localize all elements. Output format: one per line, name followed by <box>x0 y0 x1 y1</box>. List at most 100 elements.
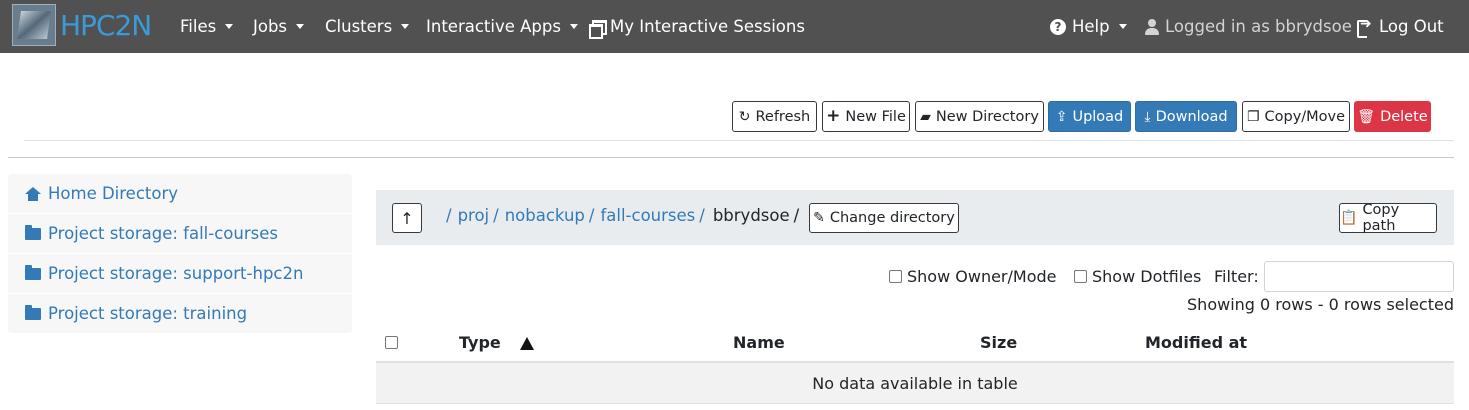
show-owner-mode-label: Show Owner/Mode <box>907 266 1057 286</box>
change-directory-label: Change directory <box>829 210 955 226</box>
clipboard-icon: 📋 <box>1340 210 1358 226</box>
breadcrumb-separator: / <box>793 205 800 225</box>
download-icon: ⤓ <box>1144 108 1151 125</box>
column-header-name[interactable]: Name <box>733 333 785 353</box>
path-breadcrumb-bar: ↑ / proj / nobackup / fall-courses / bbr… <box>376 190 1454 245</box>
breadcrumb-fall-courses[interactable]: fall-courses <box>600 206 695 225</box>
favorites-sidebar: Home Directory Project storage: fall-cou… <box>8 174 352 334</box>
refresh-button[interactable]: ↻ Refresh <box>732 101 817 132</box>
copy-move-button[interactable]: ❐ Copy/Move <box>1242 101 1350 132</box>
sidebar-item-home-directory[interactable]: Home Directory <box>8 174 352 214</box>
breadcrumb-proj[interactable]: proj <box>458 206 490 225</box>
brand-link[interactable]: HPC2N <box>12 4 152 46</box>
breadcrumb-separator: / <box>699 205 705 225</box>
column-header-type[interactable]: Type <box>459 333 501 353</box>
copy-move-label: Copy/Move <box>1264 108 1346 125</box>
copy-path-label: Copy path <box>1362 202 1400 234</box>
go-up-button[interactable]: ↑ <box>392 203 422 233</box>
sidebar-item-training[interactable]: Project storage: training <box>8 294 352 334</box>
nav-my-sessions-label: My Interactive Sessions <box>610 17 805 36</box>
sidebar-item-label: Home Directory <box>48 184 179 203</box>
show-dotfiles-checkbox[interactable] <box>1074 269 1087 283</box>
nav-interactive-apps-label: Interactive Apps <box>426 17 561 36</box>
nav-clusters-menu[interactable]: Clusters <box>325 0 410 53</box>
chevron-down-icon <box>296 24 305 29</box>
arrow-up-icon: ↑ <box>400 208 414 228</box>
new-file-button[interactable]: + New File <box>822 101 910 132</box>
folder-icon <box>25 304 41 320</box>
show-dotfiles-label: Show Dotfiles <box>1092 266 1202 286</box>
folder-icon <box>25 264 41 280</box>
toolbar-divider <box>24 140 1454 141</box>
refresh-icon: ↻ <box>738 108 751 125</box>
folder-icon <box>25 224 41 240</box>
filter-label: Filter: <box>1214 266 1259 286</box>
breadcrumb-separator: / <box>493 205 499 225</box>
upload-label: Upload <box>1072 108 1124 125</box>
copy-icon: ❐ <box>1246 108 1260 125</box>
nav-help-label: Help <box>1072 17 1110 36</box>
nav-logout-label: Log Out <box>1379 17 1444 36</box>
sort-ascending-icon <box>520 337 534 350</box>
home-icon <box>25 186 41 201</box>
delete-label: Delete <box>1380 108 1428 125</box>
sidebar-item-label: Project storage: support-hpc2n <box>48 264 304 283</box>
breadcrumb-root[interactable]: / <box>446 206 452 225</box>
brand-logo <box>12 4 56 46</box>
breadcrumb-nobackup[interactable]: nobackup <box>505 206 585 225</box>
trash-icon: 🗑 <box>1357 108 1376 125</box>
upload-icon: ⇪ <box>1055 108 1068 125</box>
sign-out-icon <box>1357 16 1373 38</box>
nav-clusters-label: Clusters <box>325 17 393 36</box>
sessions-icon <box>589 19 607 39</box>
chevron-down-icon <box>1118 24 1127 29</box>
table-empty-row: No data available in table <box>376 363 1454 404</box>
delete-button[interactable]: 🗑 Delete <box>1354 101 1431 132</box>
breadcrumb-current: bbrydsoe <box>712 205 790 225</box>
section-divider <box>8 157 1454 158</box>
download-button[interactable]: ⤓ Download <box>1135 101 1237 132</box>
chevron-down-icon <box>569 24 578 29</box>
nav-files-menu[interactable]: Files <box>180 0 234 53</box>
user-icon <box>1145 18 1159 35</box>
top-navbar: HPC2N Files Jobs Clusters Interactive Ap… <box>0 0 1469 53</box>
nav-help-menu[interactable]: ? Help <box>1050 0 1127 53</box>
copy-path-button[interactable]: 📋 Copy path <box>1339 202 1437 234</box>
nav-logout-link[interactable]: Log Out <box>1357 0 1444 53</box>
download-label: Download <box>1155 108 1228 125</box>
show-dotfiles-option[interactable]: Show Dotfiles <box>1074 266 1201 286</box>
upload-button[interactable]: ⇪ Upload <box>1048 101 1131 132</box>
column-header-modified-at[interactable]: Modified at <box>1145 333 1247 353</box>
breadcrumb: / proj / nobackup / fall-courses / bbryd… <box>446 190 799 240</box>
nav-logged-in-user: Logged in as bbrydsoe <box>1145 0 1352 53</box>
show-owner-mode-checkbox[interactable] <box>889 269 902 283</box>
nav-logged-in-label: Logged in as bbrydsoe <box>1165 17 1352 36</box>
brand-name: HPC2N <box>60 8 152 42</box>
sidebar-item-label: Project storage: training <box>48 304 248 323</box>
sidebar-item-label: Project storage: fall-courses <box>48 224 278 243</box>
chevron-down-icon <box>401 24 410 29</box>
show-owner-mode-option[interactable]: Show Owner/Mode <box>889 266 1056 286</box>
rows-info: Showing 0 rows - 0 rows selected <box>1187 295 1454 314</box>
nav-jobs-label: Jobs <box>253 17 288 36</box>
folder-plus-icon: ▰ <box>920 108 931 125</box>
nav-my-sessions-link[interactable]: My Interactive Sessions <box>589 0 805 53</box>
new-directory-label: New Directory <box>935 108 1039 125</box>
breadcrumb-separator: / <box>588 205 595 225</box>
refresh-label: Refresh <box>755 108 811 125</box>
nav-jobs-menu[interactable]: Jobs <box>253 0 305 53</box>
chevron-down-icon <box>225 24 234 29</box>
new-file-label: New File <box>845 108 906 125</box>
change-directory-button[interactable]: ✎ Change directory <box>809 203 959 233</box>
question-circle-icon: ? <box>1050 18 1066 35</box>
column-header-size[interactable]: Size <box>980 333 1017 353</box>
nav-files-label: Files <box>180 17 217 36</box>
sidebar-item-support-hpc2n[interactable]: Project storage: support-hpc2n <box>8 254 352 294</box>
select-all-checkbox[interactable] <box>385 336 398 349</box>
new-directory-button[interactable]: ▰ New Directory <box>915 101 1044 132</box>
sidebar-item-fall-courses[interactable]: Project storage: fall-courses <box>8 214 352 254</box>
filter-input[interactable] <box>1264 261 1454 292</box>
edit-icon: ✎ <box>813 210 825 226</box>
nav-interactive-apps-menu[interactable]: Interactive Apps <box>426 0 578 53</box>
plus-icon: + <box>826 106 841 126</box>
